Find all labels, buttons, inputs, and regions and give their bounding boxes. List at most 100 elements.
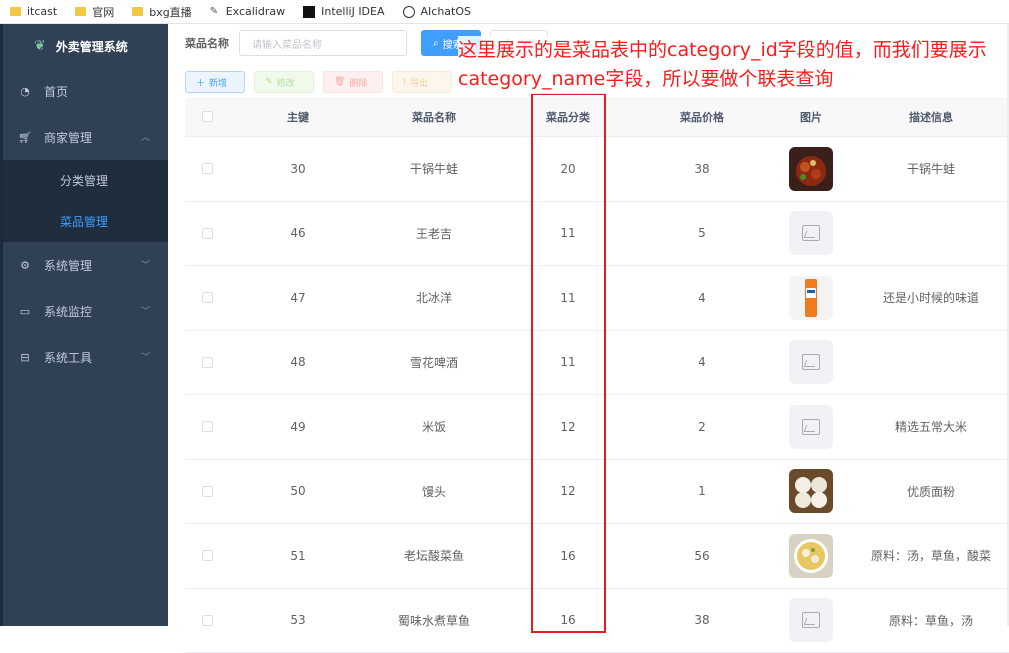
image-placeholder-icon[interactable] [789, 211, 833, 255]
select-all-checkbox[interactable] [202, 111, 213, 122]
cell-price: 38 [635, 613, 769, 627]
logo-icon: ❦ [34, 38, 46, 54]
col-price: 菜品价格 [635, 109, 769, 125]
table-row[interactable]: 50 馒头 12 1 优质面粉 [185, 460, 1009, 525]
sidebar: ❦ 外卖管理系统 ◔ 首页 🛒︎ 商家管理 ︿ 分类管理 菜品管理 ⚙ 系统管理… [0, 24, 168, 626]
cell-id: 53 [229, 613, 367, 627]
cell-name: 蜀味水煮草鱼 [367, 612, 501, 629]
cell-id: 46 [229, 226, 367, 240]
bookmarks-bar: itcast 官网 bxg直播 ✎Excalidraw IntelliJ IDE… [0, 0, 1009, 24]
bookmark-bxg[interactable]: bxg直播 [132, 4, 191, 20]
sidebar-item-home[interactable]: ◔ 首页 [0, 68, 168, 114]
row-checkbox[interactable] [202, 550, 213, 561]
row-checkbox[interactable] [202, 615, 213, 626]
table-row[interactable]: 49 米饭 12 2 精选五常大米 [185, 395, 1009, 460]
cell-desc: 还是小时候的味道 [853, 289, 1009, 306]
image-placeholder-icon[interactable] [789, 405, 833, 449]
dashboard-icon: ◔ [18, 85, 32, 98]
toolbox-icon: ⊟ [18, 351, 32, 364]
bookmark-guanwang[interactable]: 官网 [75, 4, 114, 20]
cell-id: 51 [229, 549, 367, 563]
table-row[interactable]: 30 干锅牛蛙 20 38 干锅牛蛙 [185, 137, 1009, 202]
col-image: 图片 [769, 109, 853, 125]
cell-price: 38 [635, 162, 769, 176]
cell-desc: 优质面粉 [853, 483, 1009, 500]
image-placeholder-icon[interactable] [789, 340, 833, 384]
dish-image[interactable] [789, 469, 833, 513]
table-row[interactable]: 48 雪花啤酒 11 4 [185, 331, 1009, 396]
edit-button[interactable]: ✎修改 [254, 71, 314, 93]
cell-category: 20 [501, 162, 635, 176]
bookmark-itcast[interactable]: itcast [10, 5, 57, 18]
chevron-down-icon: ﹀ [141, 258, 150, 271]
cart-icon: 🛒︎ [18, 131, 32, 144]
col-category: 菜品分类 [501, 109, 635, 125]
bookmark-excalidraw[interactable]: ✎Excalidraw [210, 5, 285, 18]
delete-button[interactable]: 🗑︎删除 [323, 71, 383, 93]
cell-price: 5 [635, 226, 769, 240]
gear-icon: ⚙ [18, 259, 32, 272]
table-header: 主键 菜品名称 菜品分类 菜品价格 图片 描述信息 [185, 97, 1009, 137]
intellij-icon [303, 6, 315, 18]
annotation-text: 这里展示的是菜品表中的category_id字段的值，而我们要展示categor… [458, 36, 1003, 94]
chevron-down-icon: ﹀ [141, 304, 150, 317]
table-row[interactable]: 46 王老吉 11 5 [185, 202, 1009, 267]
cell-id: 30 [229, 162, 367, 176]
chevron-down-icon: ﹀ [141, 350, 150, 363]
cell-category: 16 [501, 613, 635, 627]
main-content: 菜品名称 请输入菜品名称 ⌕ 搜索 ↻ 重置 ＋新增 ✎修改 🗑︎删除 ⭳导出 … [168, 24, 1009, 626]
trash-icon: 🗑︎ [334, 77, 345, 87]
cell-price: 4 [635, 291, 769, 305]
chevron-up-icon: ︿ [141, 130, 150, 143]
folder-icon [10, 7, 21, 16]
cell-id: 49 [229, 420, 367, 434]
cell-name: 馒头 [367, 483, 501, 500]
sidebar-item-category[interactable]: 分类管理 [0, 160, 168, 201]
table-row[interactable]: 51 老坛酸菜鱼 16 56 原料：汤，草鱼，酸菜 [185, 524, 1009, 589]
cell-name: 雪花啤酒 [367, 354, 501, 371]
plus-icon: ＋ [196, 76, 205, 89]
bookmark-aichatos[interactable]: AIchatOS [403, 5, 471, 18]
dish-image[interactable] [789, 534, 833, 578]
row-checkbox[interactable] [202, 228, 213, 239]
cell-category: 11 [501, 226, 635, 240]
download-icon: ⭳ [403, 74, 406, 90]
sidebar-item-tools[interactable]: ⊟ 系统工具 ﹀ [0, 334, 168, 380]
row-checkbox[interactable] [202, 486, 213, 497]
cell-id: 48 [229, 355, 367, 369]
dish-image[interactable] [789, 147, 833, 191]
image-placeholder-icon[interactable] [789, 598, 833, 642]
cell-name: 北冰洋 [367, 289, 501, 306]
cell-id: 50 [229, 484, 367, 498]
sidebar-item-system[interactable]: ⚙ 系统管理 ﹀ [0, 242, 168, 288]
cell-price: 1 [635, 484, 769, 498]
row-checkbox[interactable] [202, 421, 213, 432]
add-button[interactable]: ＋新增 [185, 71, 245, 93]
sidebar-item-monitor[interactable]: ▭ 系统监控 ﹀ [0, 288, 168, 334]
bookmark-intellij[interactable]: IntelliJ IDEA [303, 5, 384, 18]
sidebar-logo[interactable]: ❦ 外卖管理系统 [0, 24, 168, 68]
dish-table: 主键 菜品名称 菜品分类 菜品价格 图片 描述信息 30 干锅牛蛙 20 38 … [185, 97, 1009, 653]
table-row[interactable]: 53 蜀味水煮草鱼 16 38 原料：草鱼，汤 [185, 589, 1009, 653]
search-form: 菜品名称 请输入菜品名称 [185, 30, 407, 56]
window-edge [0, 24, 3, 626]
submenu-merchant: 分类管理 菜品管理 [0, 160, 168, 242]
row-checkbox[interactable] [202, 292, 213, 303]
dish-image[interactable] [789, 276, 833, 320]
sidebar-item-merchant[interactable]: 🛒︎ 商家管理 ︿ [0, 114, 168, 160]
row-checkbox[interactable] [202, 357, 213, 368]
cell-category: 12 [501, 484, 635, 498]
app-title: 外卖管理系统 [56, 38, 128, 55]
table-row[interactable]: 47 北冰洋 11 4 还是小时候的味道 [185, 266, 1009, 331]
cell-desc: 干锅牛蛙 [853, 160, 1009, 177]
cell-name: 米饭 [367, 418, 501, 435]
export-button[interactable]: ⭳导出 [392, 71, 452, 93]
col-name: 菜品名称 [367, 109, 501, 125]
monitor-icon: ▭ [18, 305, 32, 318]
edit-icon: ✎ [265, 77, 273, 87]
cell-name: 王老吉 [367, 225, 501, 242]
dish-name-input[interactable]: 请输入菜品名称 [239, 30, 407, 56]
row-checkbox[interactable] [202, 163, 213, 174]
cell-name: 干锅牛蛙 [367, 160, 501, 177]
sidebar-item-dish[interactable]: 菜品管理 [0, 201, 168, 242]
